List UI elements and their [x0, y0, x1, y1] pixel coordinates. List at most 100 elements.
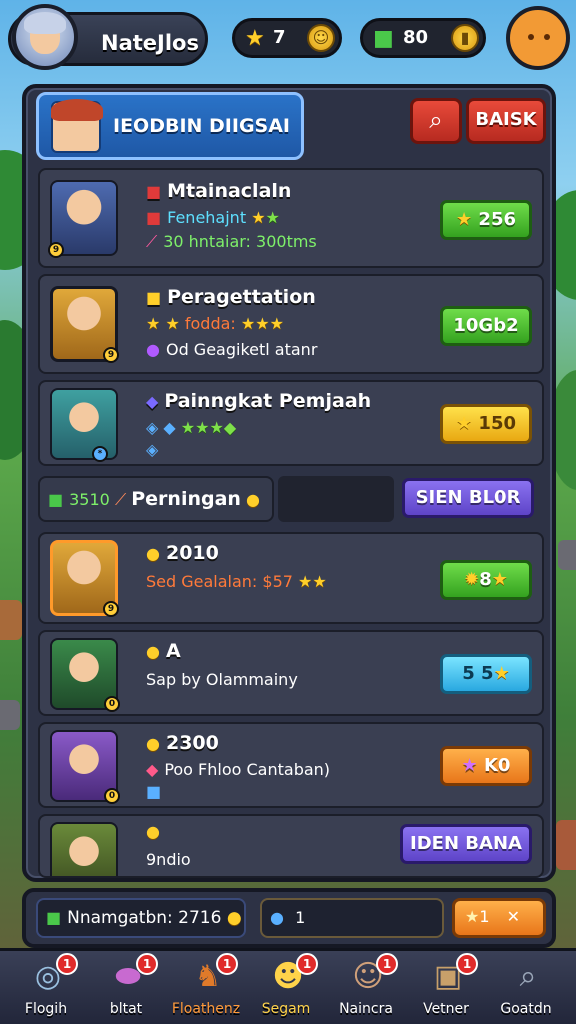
add-gems-icon[interactable]: ▮ [451, 24, 479, 52]
level-badge: * [92, 446, 108, 462]
row-line-1: ■ Fenehajnt ★★ [146, 208, 280, 227]
open-button[interactable]: IDEN BANA [400, 824, 532, 864]
row-line-1: ◆ Poo Fhloo Cantaban) [146, 760, 330, 779]
tab-goatdn[interactable]: ⌕ Goatdn [490, 953, 562, 1024]
row-title: Painngkat Pemjaah [164, 390, 372, 412]
mascot-eye-right [544, 34, 550, 40]
row-line-1: Sed Gealalan: $57 ★★ [146, 572, 327, 591]
stars-count: 7 [273, 27, 286, 48]
red-gem-icon: ■ [146, 208, 162, 227]
claim-button[interactable]: ★ 256 [440, 200, 532, 240]
status-item: ● 1 [260, 898, 444, 938]
back-button[interactable]: BAISK [466, 98, 546, 144]
level-badge: 0 [104, 788, 120, 804]
claim-button[interactable]: 10Gb2 [440, 306, 532, 346]
row-title: A [165, 640, 181, 662]
claim-value: 5 5 [462, 663, 494, 684]
purple-gem-icon: ◆ [146, 392, 159, 411]
row-title: 2010 [165, 542, 219, 564]
search-button[interactable]: ⌕ [410, 98, 462, 144]
green-star-icon: ★★★◆ [180, 418, 237, 437]
close-icon[interactable]: ✕ [507, 907, 520, 926]
row-title-wrap: ● 2300 [146, 732, 219, 754]
status-line: ● 1 [270, 908, 305, 927]
bottom-tab-bar: ◎ 1 Flogih ⬬ 1 bltat ♞ 1 Floathenz ☻ 1 S… [0, 948, 576, 1024]
tab-vetner[interactable]: ▣ 1 Vetner [410, 953, 482, 1024]
purple-orb-icon: ● [146, 340, 160, 359]
summary-label: Perningan [131, 488, 241, 510]
tab-label: bltat [109, 1001, 143, 1017]
character-portrait: * [50, 388, 118, 462]
star-icon: ★★ [298, 572, 327, 591]
gold-gem-icon: ■ [146, 288, 162, 307]
status-right-text: 1 [479, 907, 490, 926]
gem-icon: ■ [373, 26, 394, 51]
tab-flogih[interactable]: ◎ 1 Flogih [10, 953, 82, 1024]
gem-icon: ■ [48, 490, 64, 509]
star-icon: ★ [493, 663, 510, 684]
star-icon: ★ [491, 569, 508, 590]
row-title-wrap: ● [146, 820, 166, 842]
tab-segam[interactable]: ☻ 1 Segam [250, 953, 322, 1024]
add-stars-icon[interactable]: ☺ [307, 24, 335, 52]
star-icon: ★ [456, 209, 473, 230]
notification-badge: 1 [376, 953, 398, 975]
star-icon: ★ [456, 413, 473, 434]
list-item[interactable]: 0 ● A Sap by Olammainy 5 5★ [38, 630, 544, 716]
list-item[interactable]: 9 ■ Mtainaclaln ■ Fenehajnt ★★ ⟋ 30 hntaiar… [38, 168, 544, 268]
character-portrait: 9 [48, 180, 118, 258]
row-detail: Poo Fhloo Cantaban) [164, 760, 331, 779]
gem-icon: ■ [46, 908, 62, 927]
shop-mascot-button[interactable] [506, 6, 570, 70]
claim-value: 8 [479, 569, 492, 590]
tab-bltat[interactable]: ⬬ 1 bltat [90, 953, 162, 1024]
tab-naincra[interactable]: ☺ 1 Naincra [330, 953, 402, 1024]
header-portrait [51, 99, 103, 153]
notification-badge: 1 [56, 953, 78, 975]
stars-currency: ★ 7 ☺ [232, 18, 342, 58]
panel-header: IEODBIN DIIGSAI [36, 92, 304, 160]
tab-floathenz[interactable]: ♞ 1 Floathenz [170, 953, 242, 1024]
tab-label: Naincra [339, 1001, 393, 1017]
status-mid-text: 1 [295, 908, 306, 927]
row-detail: Sap by Olammainy [146, 670, 298, 689]
crate-right [556, 820, 576, 870]
coin-icon: ● [226, 908, 242, 928]
status-line: ■ Nnamgatbn: 2716 ● [46, 908, 242, 928]
row-subtitle: Sed Gealalan: $57 [146, 572, 293, 591]
status-resource: ■ Nnamgatbn: 2716 ● [36, 898, 246, 938]
claim-button[interactable]: ★ 150 [440, 404, 532, 444]
crate-left [0, 600, 22, 640]
character-portrait [50, 822, 118, 876]
notification-badge: 1 [456, 953, 478, 975]
list-item[interactable]: * ◆ Painngkat Pemjaah ◈ ◆ ★★★◆ ◈ ★ 150 [38, 380, 544, 466]
player-avatar[interactable] [12, 4, 78, 70]
row-title-wrap: ■ Mtainaclaln [146, 180, 291, 202]
list-item[interactable]: 9 ■ Peragettation ★ ★ fodda: ★★★ ● Od Geag… [38, 274, 544, 374]
sword-icon: ⟋ [114, 490, 127, 509]
list-item[interactable]: ● 9ndio IDEN BANA [38, 814, 544, 878]
level-badge: 9 [103, 347, 119, 363]
tab-label: Segam [261, 1001, 311, 1017]
row-line-1: ★ ★ fodda: ★★★ [146, 314, 284, 333]
green-star-icon: ★ [265, 208, 280, 227]
status-left-text: Nnamgatbn: 2716 [67, 908, 222, 928]
character-portrait: 9 [50, 286, 119, 363]
status-bar: ■ Nnamgatbn: 2716 ● ● 1 ★1 ✕ [22, 888, 556, 948]
see-more-button[interactable]: SIEN BL0R [402, 478, 534, 518]
list-item[interactable]: 9 ● 2010 Sed Gealalan: $57 ★★ ✹8★ [38, 532, 544, 624]
notification-badge: 1 [216, 953, 238, 975]
list-item[interactable]: 0 ● 2300 ◆ Poo Fhloo Cantaban) ■ ★ K0 [38, 722, 544, 808]
empty-slot [278, 476, 394, 522]
row-detail: Od Geagiketl atanr [165, 340, 318, 359]
claim-button[interactable]: ✹8★ [440, 560, 532, 600]
star-icon: ★ [245, 26, 265, 51]
row-line-2: ⟋ 30 hntaiar: 300tms [146, 232, 317, 252]
claim-button[interactable]: ★ K0 [440, 746, 532, 786]
status-action-button[interactable]: ★1 ✕ [452, 898, 546, 938]
claim-button[interactable]: 5 5★ [440, 654, 532, 694]
character-portrait: 0 [50, 638, 120, 712]
level-badge: 9 [103, 601, 119, 617]
notification-badge: 1 [296, 953, 318, 975]
status-line: ★1 ✕ [465, 907, 520, 926]
